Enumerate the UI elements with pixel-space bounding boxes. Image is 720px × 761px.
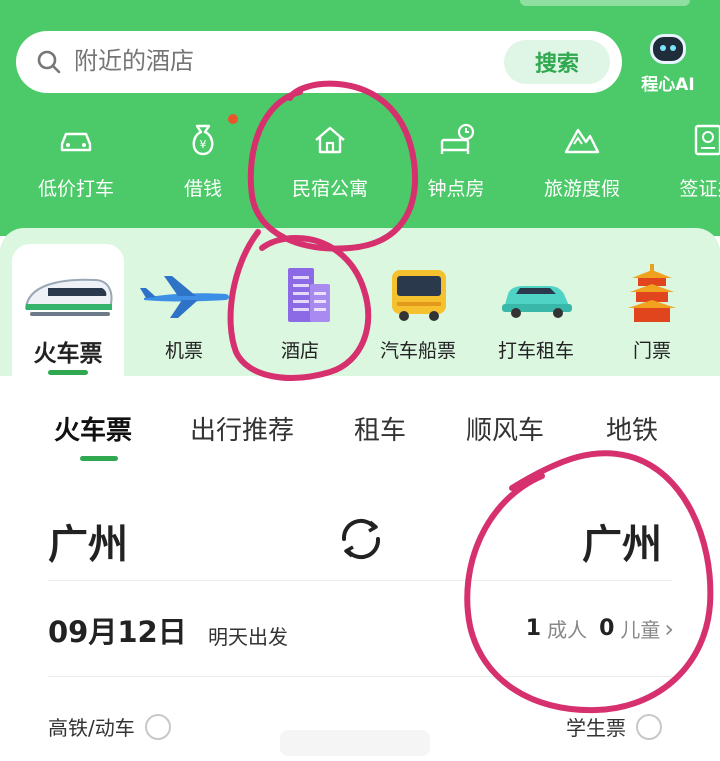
quick-action-label: 旅游度假	[543, 178, 620, 200]
arrival-city[interactable]: 广州	[582, 512, 662, 570]
category-label: 门票	[632, 340, 671, 362]
quick-action-hourly-room[interactable]: 钟点房	[396, 120, 516, 201]
ai-assistant-button[interactable]: 程心AI	[636, 34, 700, 96]
svg-text:¥: ¥	[200, 138, 207, 151]
high-speed-label: 高铁/动车	[48, 716, 135, 740]
tab-metro[interactable]: 地铁	[606, 410, 658, 447]
quick-action-visa[interactable]: 签证办	[648, 120, 720, 201]
swap-icon[interactable]	[334, 512, 388, 566]
category-label: 打车租车	[497, 340, 574, 362]
search-input[interactable]	[74, 45, 494, 79]
quick-action-label: 借钱	[183, 178, 222, 200]
search-bar[interactable]: 搜索	[16, 31, 622, 93]
student-ticket-option[interactable]: 学生票	[566, 712, 662, 741]
divider	[48, 580, 672, 581]
student-ticket-radio[interactable]	[636, 713, 662, 740]
high-speed-radio[interactable]	[144, 713, 171, 740]
child-label: 儿童	[620, 618, 661, 642]
passenger-selector[interactable]: 1 成人 0 儿童 ›	[520, 614, 674, 643]
category-taxi-rental[interactable]: 打车租车	[478, 264, 594, 363]
category-train[interactable]: 火车票	[10, 264, 126, 368]
tab-travel-recommend[interactable]: 出行推荐	[190, 410, 294, 447]
high-speed-option[interactable]: 高铁/动车	[48, 712, 171, 741]
pagoda-icon	[628, 264, 676, 322]
ai-label: 程心AI	[641, 75, 695, 95]
quick-action-label: 低价打车	[37, 178, 114, 200]
category-active-indicator	[48, 370, 88, 375]
notification-dot	[228, 114, 238, 124]
quick-action-cheap-taxi[interactable]: 低价打车	[16, 120, 136, 201]
hourly-room-icon	[440, 123, 475, 154]
category-flight[interactable]: 机票	[126, 264, 242, 363]
tab-carpool[interactable]: 顺风车	[466, 410, 544, 447]
divider	[48, 676, 672, 677]
category-label: 酒店	[280, 340, 319, 362]
tab-car-rental[interactable]: 租车	[354, 410, 406, 447]
taxi-icon	[502, 286, 572, 318]
passport-icon	[694, 124, 720, 156]
search-icon	[37, 50, 61, 74]
car-icon	[60, 132, 92, 152]
train-icon	[24, 278, 113, 316]
plane-icon	[140, 276, 229, 318]
quick-action-travel[interactable]: 旅游度假	[522, 120, 642, 201]
quick-action-homestay[interactable]: 民宿公寓	[270, 120, 390, 201]
quick-actions-row: 低价打车 ¥ 借钱 民宿公寓 钟点房 旅游度假 签证办	[0, 120, 720, 210]
hotel-icon	[288, 268, 330, 322]
departure-date[interactable]: 09月12日	[48, 609, 187, 651]
quick-action-label: 签证办	[679, 178, 720, 200]
bus-icon	[392, 270, 446, 321]
tab-bar: 火车票 出行推荐 租车 顺风车 地铁	[0, 410, 720, 460]
departure-date-note: 明天出发	[208, 625, 288, 649]
house-icon	[315, 126, 345, 154]
quick-action-label: 钟点房	[427, 178, 485, 200]
category-hotel[interactable]: 酒店	[242, 264, 358, 363]
mountain-icon	[564, 128, 600, 154]
adult-count: 1	[525, 616, 542, 641]
quick-action-loan[interactable]: ¥ 借钱	[143, 120, 263, 201]
top-pill	[520, 0, 690, 6]
tab-train-tickets[interactable]: 火车票	[54, 410, 132, 447]
robot-icon	[650, 34, 686, 64]
category-label: 汽车船票	[379, 340, 456, 362]
blur-overlay	[280, 730, 430, 756]
search-button[interactable]: 搜索	[504, 40, 610, 84]
category-label: 机票	[164, 340, 203, 362]
chevron-right-icon: ›	[664, 614, 674, 643]
category-bus-ship[interactable]: 汽车船票	[360, 264, 476, 363]
category-tickets[interactable]: 门票	[594, 264, 710, 363]
adult-label: 成人	[547, 618, 588, 642]
departure-city[interactable]: 广州	[48, 512, 128, 570]
money-bag-icon: ¥	[192, 124, 214, 156]
tab-active-indicator	[80, 456, 118, 461]
student-ticket-label: 学生票	[566, 716, 626, 740]
child-count: 0	[599, 616, 615, 641]
category-label: 火车票	[33, 341, 103, 367]
quick-action-label: 民宿公寓	[291, 178, 368, 200]
